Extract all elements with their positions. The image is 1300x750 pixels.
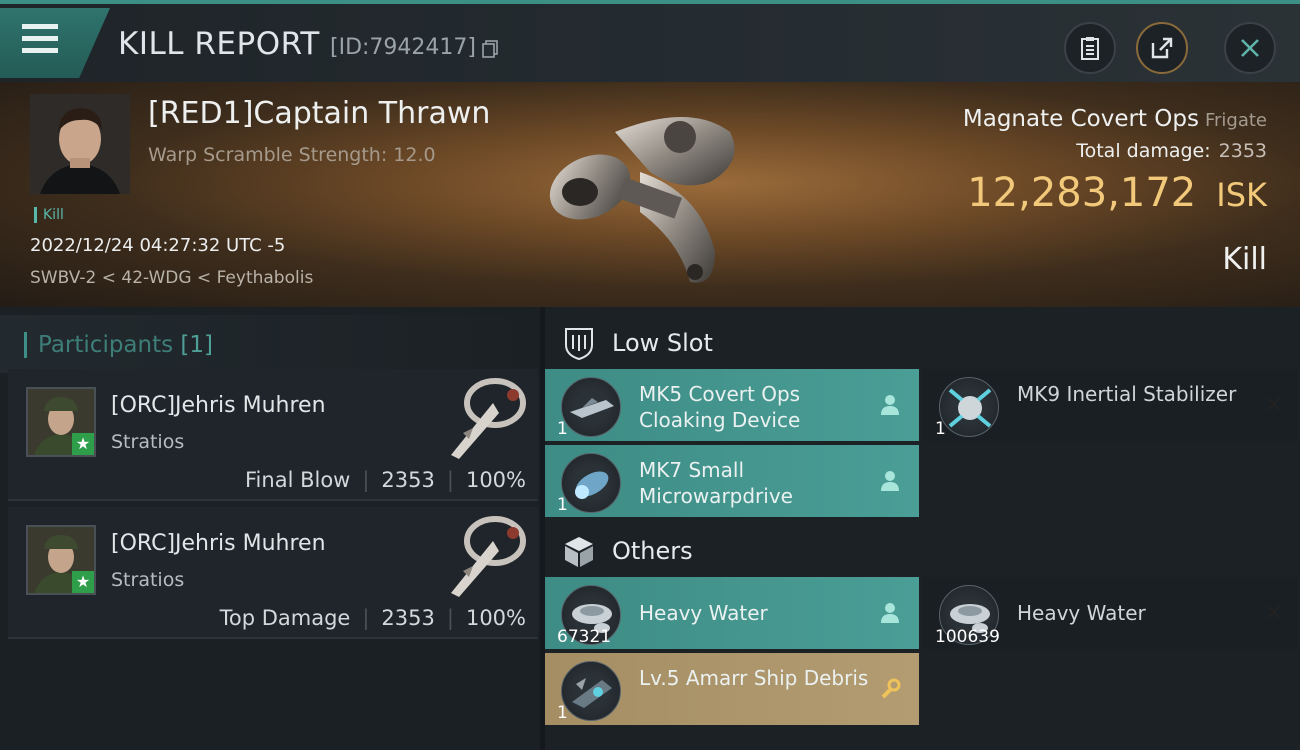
fittings-panel: Low Slot 1 MK5 Covert Ops Cloaking Devic…	[545, 307, 1300, 750]
participants-count: [1]	[180, 332, 214, 358]
module-quantity: 1	[557, 495, 568, 515]
clipboard-button[interactable]	[1064, 22, 1116, 74]
low-slot-icon	[565, 328, 593, 361]
person-icon	[881, 603, 899, 623]
module-quantity: 1	[935, 419, 946, 439]
divider: |	[362, 468, 370, 492]
participant-ship: Stratios	[111, 431, 185, 453]
victim-name: [RED1]Captain Thrawn	[148, 96, 491, 131]
isk-value: 12,283,172	[967, 170, 1197, 216]
participant-ship-image	[451, 516, 526, 597]
participant-row[interactable]: ★ [ORC]Jehris Muhren Stratios Top Damage…	[8, 507, 538, 639]
participant-ship: Stratios	[111, 569, 185, 591]
participants-panel: Participants [1] ★ [ORC]Jehris Muhren St…	[0, 307, 540, 750]
module-name: Lv.5 Amarr Ship Debris	[639, 666, 869, 690]
low-slot-label: Low Slot	[612, 329, 713, 357]
participant-damage: 2353	[381, 468, 435, 492]
victim-avatar	[30, 94, 130, 194]
module-quantity: 1	[557, 419, 568, 439]
share-icon	[1151, 37, 1173, 59]
participant-avatar: ★	[26, 525, 96, 595]
participant-ship-image	[451, 378, 526, 459]
isk-value-line: 12,283,172 ISK	[967, 170, 1267, 216]
menu-icon[interactable]	[22, 24, 62, 58]
module-name: MK7 Small Microwarpdrive	[639, 458, 793, 508]
others-header: Others	[545, 519, 1300, 579]
kill-banner: [RED1]Captain Thrawn Warp Scramble Stren…	[0, 82, 1300, 307]
participant-avatar: ★	[26, 387, 96, 457]
victim-ship-image	[549, 117, 735, 283]
isk-unit: ISK	[1216, 176, 1267, 214]
wrench-icon	[881, 678, 901, 699]
report-id: [ID:7942417]	[330, 35, 476, 60]
module-name: MK5 Covert Ops Cloaking Device	[639, 382, 801, 432]
module-name: Heavy Water	[639, 601, 768, 625]
header-accent-bar	[24, 332, 27, 358]
share-button[interactable]	[1136, 22, 1188, 74]
module-quantity: 67321	[557, 627, 612, 647]
module-name: MK9 Inertial Stabilizer	[1017, 382, 1237, 406]
module-slot[interactable]: 1 MK5 Covert Ops Cloaking Device	[545, 369, 919, 441]
star-icon: ★	[72, 433, 94, 455]
module-quantity: 1	[557, 703, 568, 723]
module-slot[interactable]: 1 MK9 Inertial Stabilizer ✕	[923, 369, 1297, 441]
kill-location: SWBV-2 < 42-WDG < Feythabolis	[30, 268, 314, 288]
participants-header: Participants [1]	[0, 315, 540, 373]
module-slot[interactable]: 67321 Heavy Water	[545, 577, 919, 649]
participants-title: Participants [1]	[38, 332, 213, 358]
cloaking-device-icon	[561, 377, 621, 437]
close-button[interactable]	[1224, 22, 1276, 74]
participant-name: [ORC]Jehris Muhren	[111, 393, 326, 418]
cube-icon	[565, 537, 593, 567]
warp-scramble-strength: Warp Scramble Strength: 12.0	[148, 144, 436, 166]
destroyed-x-icon: ✕	[1264, 393, 1283, 418]
module-quantity: 100639	[935, 627, 1000, 647]
kill-result: Kill	[1222, 242, 1267, 277]
person-icon	[881, 395, 899, 415]
microwarpdrive-icon	[561, 453, 621, 513]
participants-label: Participants	[38, 332, 174, 358]
kill-tag: Kill	[34, 207, 64, 223]
participant-percent: 100%	[465, 606, 526, 630]
module-slot[interactable]: 1 MK7 Small Microwarpdrive	[545, 445, 919, 517]
participant-damage: 2353	[381, 606, 435, 630]
person-icon	[881, 471, 899, 491]
ship-name: Magnate Covert Ops	[962, 106, 1199, 132]
module-name: Heavy Water	[1017, 601, 1146, 625]
destroyed-x-icon: ✕	[1264, 601, 1283, 626]
total-damage: Total damage: 2353	[1076, 140, 1267, 162]
star-icon: ★	[72, 571, 94, 593]
ship-class: Frigate	[1204, 110, 1267, 131]
ship-name-line: Magnate Covert Ops Frigate	[963, 106, 1267, 132]
ship-debris-icon	[561, 661, 621, 721]
participant-role: Top Damage	[219, 606, 351, 630]
low-slot-header: Low Slot	[545, 311, 1300, 371]
participant-stats: Top Damage | 2353 | 100%	[220, 606, 526, 630]
divider: |	[446, 468, 454, 492]
participant-row[interactable]: ★ [ORC]Jehris Muhren Stratios Final Blow…	[8, 369, 538, 501]
module-slot[interactable]: 1 Lv.5 Amarr Ship Debris	[545, 653, 919, 725]
module-slot[interactable]: 100639 Heavy Water ✕	[923, 577, 1297, 649]
close-icon	[1241, 39, 1259, 57]
top-bar: KILL REPORT [ID:7942417]	[0, 0, 1300, 82]
participant-stats: Final Blow | 2353 | 100%	[245, 468, 526, 492]
clipboard-icon	[1081, 37, 1099, 60]
total-damage-label: Total damage:	[1076, 140, 1211, 162]
kill-timestamp: 2022/12/24 04:27:32 UTC -5	[30, 235, 286, 256]
copy-icon[interactable]	[482, 40, 498, 58]
inertial-stabilizer-icon	[939, 377, 999, 437]
others-label: Others	[612, 537, 693, 565]
participant-name: [ORC]Jehris Muhren	[111, 531, 326, 556]
participant-role: Final Blow	[245, 468, 351, 492]
total-damage-value: 2353	[1218, 140, 1267, 162]
divider: |	[362, 606, 370, 630]
page-title: KILL REPORT	[118, 26, 320, 62]
divider: |	[446, 606, 454, 630]
participant-percent: 100%	[465, 468, 526, 492]
